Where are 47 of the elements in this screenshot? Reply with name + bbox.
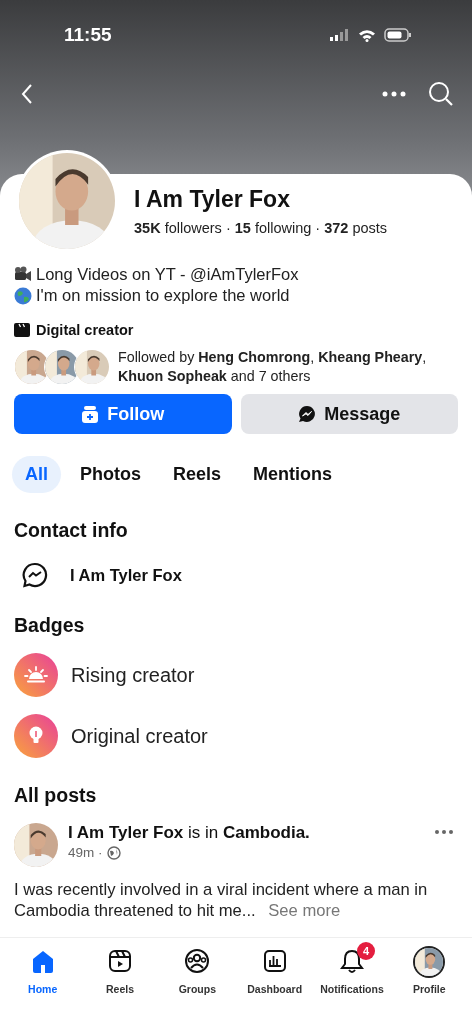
status-time: 11:55	[64, 24, 112, 46]
tab[interactable]: Reels	[160, 456, 235, 493]
notification-count: 4	[356, 942, 375, 960]
post-time: 49m ·	[68, 845, 103, 860]
see-more-link[interactable]: See more	[268, 901, 341, 920]
globe-icon	[106, 845, 121, 860]
messenger-icon	[22, 562, 48, 588]
nav-tab[interactable]: Profile	[391, 946, 468, 995]
post-text: I was recently involved in a viral incident where a man in Cambodia threatened to hit me... See more	[14, 879, 429, 921]
clapperboard-icon	[14, 323, 30, 337]
tab[interactable]: Mentions	[240, 456, 346, 493]
badge-label: Rising creator	[71, 663, 195, 687]
camera-icon	[14, 265, 32, 284]
tab[interactable]: Photos	[67, 456, 154, 493]
battery-icon	[384, 28, 412, 42]
section-title: Badges	[14, 614, 86, 637]
globe-icon	[14, 286, 32, 305]
nav-tab[interactable]: Dashboard	[236, 946, 313, 995]
tab[interactable]: All	[12, 456, 61, 493]
badge-label: Original creator	[71, 724, 208, 748]
follow-icon	[81, 405, 100, 423]
group-icon	[184, 948, 211, 976]
sunrise-badge-icon	[14, 653, 58, 697]
more-icon[interactable]	[382, 91, 406, 97]
contact-name: I Am Tyler Fox	[70, 565, 182, 585]
lightbulb-badge-icon	[14, 714, 58, 758]
nav-tab[interactable]: Groups	[159, 946, 236, 995]
more-icon[interactable]	[434, 829, 454, 835]
messenger-icon	[298, 405, 317, 423]
profile-name: I Am Tyler Fox	[134, 186, 291, 213]
signal-icon	[330, 29, 350, 41]
section-title: All posts	[14, 784, 98, 807]
bio-text: Long Videos on YT - @iAmTylerFox	[36, 264, 299, 285]
search-icon[interactable]	[428, 81, 454, 107]
nav-tab[interactable]: Home	[4, 946, 81, 995]
followed-by-text: Followed by Heng Chomrong, Kheang Pheary, Khuon Sopheak and 7 others	[117, 348, 428, 386]
nav-tab[interactable]: Reels	[82, 946, 158, 995]
wifi-icon	[358, 28, 376, 42]
category-label: Digital creator	[36, 322, 134, 338]
message-button[interactable]: Message	[240, 394, 458, 434]
back-icon[interactable]	[20, 83, 34, 105]
post-author: I Am Tyler Fox is in Cambodia.	[68, 823, 311, 843]
section-title: Contact info	[14, 519, 129, 542]
follow-button[interactable]: Follow	[14, 394, 232, 434]
bell-icon	[338, 948, 365, 976]
profile-stats: 35K followers · 15 following · 372 posts	[134, 220, 388, 236]
bio-text: I'm on mission to explore the world	[36, 285, 290, 306]
